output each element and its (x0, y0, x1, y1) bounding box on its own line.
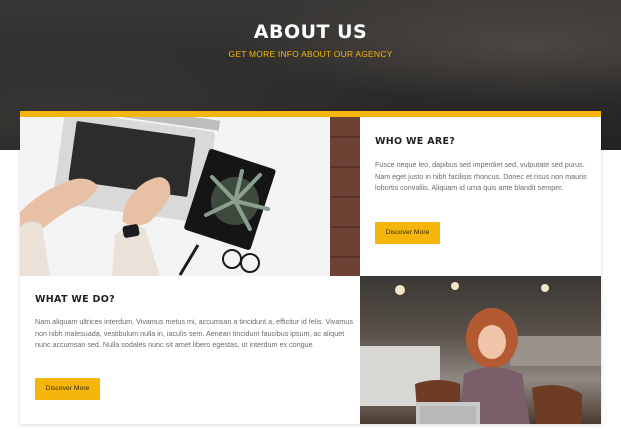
laptop-typing-illustration (20, 117, 360, 276)
who-we-are-text: Fusce neque leo, dapibus sed imperdiet s… (375, 160, 587, 192)
what-we-do-text: Nam aliquam ultrices interdum. Vivamus m… (35, 317, 353, 349)
woman-cafe-laptop-photo (360, 276, 601, 424)
page-title: ABOUT US (253, 21, 368, 43)
who-we-are-title: WHO WE ARE? (375, 136, 456, 147)
about-card: WHO WE ARE? Fusce neque leo, dapibus sed… (20, 111, 601, 424)
cafe-illustration (360, 282, 601, 424)
page-subtitle: GET MORE INFO ABOUT OUR AGENCY (228, 49, 393, 59)
what-we-do-discover-button[interactable]: Discover More (35, 378, 100, 400)
who-we-are-discover-button[interactable]: Discover More (375, 222, 440, 244)
what-we-do-title: WHAT WE DO? (35, 294, 115, 305)
laptop-typing-photo (20, 117, 360, 276)
